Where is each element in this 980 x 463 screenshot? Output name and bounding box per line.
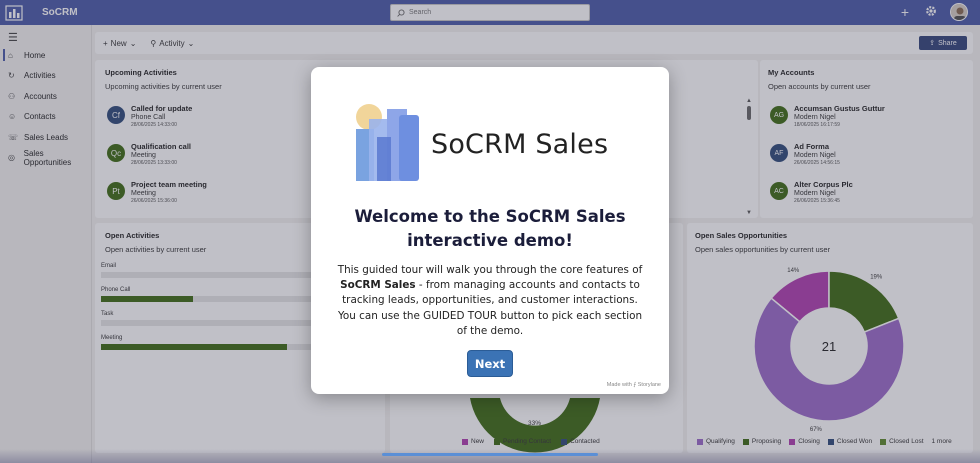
welcome-modal: SoCRM Sales Welcome to the SoCRM Sales i…	[311, 67, 669, 394]
next-button[interactable]: Next	[467, 350, 513, 377]
heading-line: interactive demo!	[407, 231, 573, 250]
socrm-sales-logo-icon	[356, 104, 419, 181]
body-bold-text: SoCRM Sales	[340, 279, 416, 292]
bottom-shadow	[0, 449, 980, 463]
modal-brand-title: SoCRM Sales	[431, 129, 609, 160]
modal-heading: Welcome to the SoCRM Sales interactive d…	[331, 205, 649, 253]
heading-line: Welcome to the SoCRM Sales	[354, 207, 626, 226]
tour-progress-bar	[382, 453, 598, 456]
modal-body-text: This guided tour will walk you through t…	[335, 263, 645, 339]
made-with-storylane[interactable]: Made with ⨍ Storylane	[607, 382, 661, 388]
body-text: This guided tour will walk you through t…	[337, 264, 643, 276]
